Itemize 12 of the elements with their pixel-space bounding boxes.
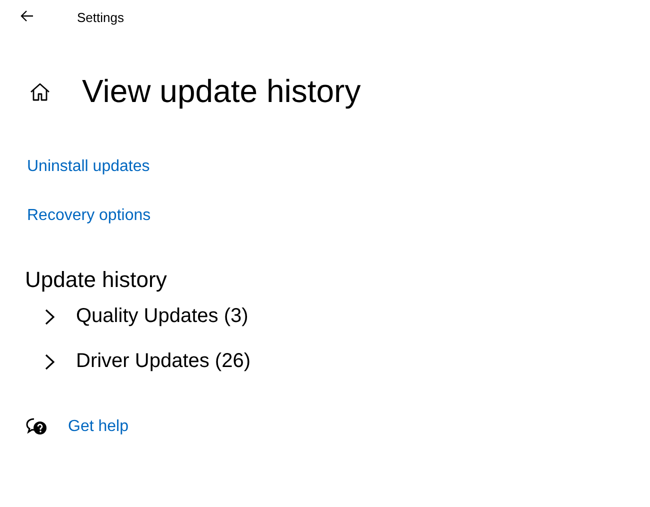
section-heading: Update history xyxy=(25,267,168,293)
settings-link[interactable]: Recovery options xyxy=(27,207,151,225)
back-button[interactable] xyxy=(20,10,36,24)
update-category[interactable]: Driver Updates (26) xyxy=(40,346,255,377)
home-icon[interactable] xyxy=(29,82,51,102)
window-title: Settings xyxy=(77,10,124,24)
get-help-link[interactable]: Get help xyxy=(68,418,128,436)
settings-link[interactable]: Uninstall updates xyxy=(27,158,150,176)
page-title: View update history xyxy=(82,73,361,110)
update-category[interactable]: Quality Updates (3) xyxy=(40,301,252,332)
back-arrow-icon xyxy=(20,10,34,22)
help-chat-icon xyxy=(25,417,49,437)
